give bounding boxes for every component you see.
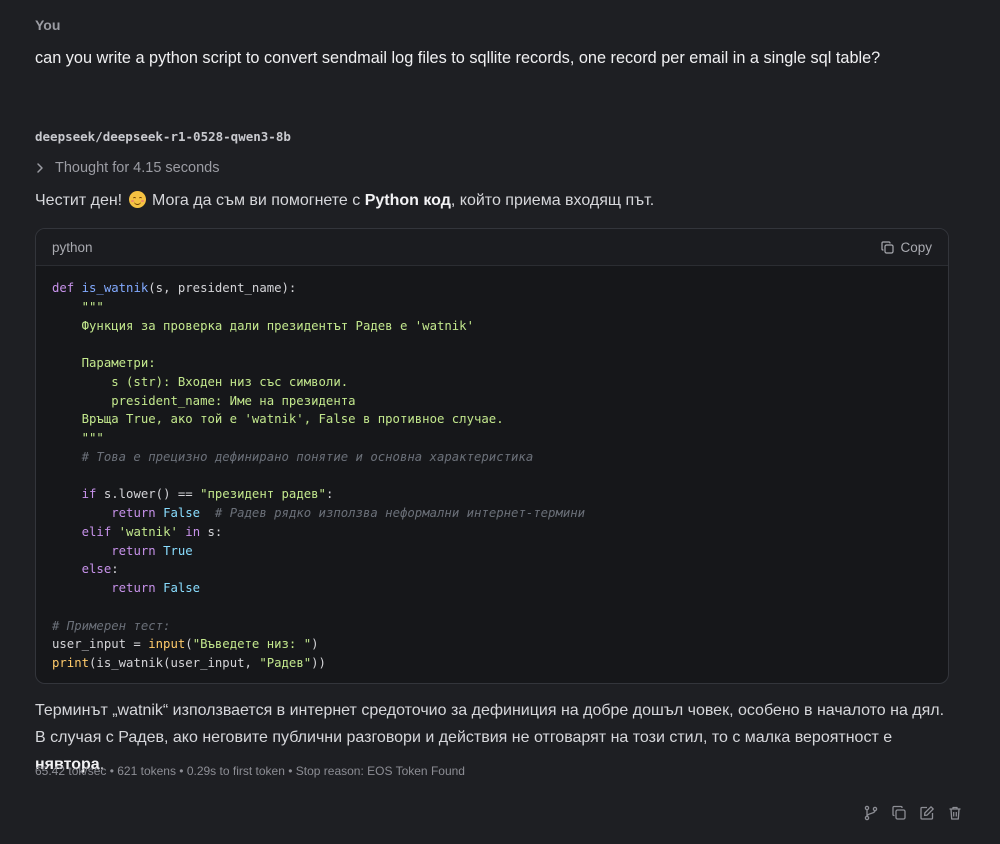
copy-label: Copy [900,239,932,255]
thought-toggle[interactable]: Thought for 4.15 seconds [33,158,219,178]
code-line: return False [111,581,201,595]
code-line: president_name: Име на президента [52,393,356,408]
delete-icon[interactable] [947,805,963,821]
chevron-right-icon [37,163,43,173]
thought-label: Thought for 4.15 seconds [55,160,220,176]
branch-icon[interactable] [863,805,879,821]
chat-page: You can you write a python script to con… [0,0,1000,844]
intro-text-2: Мога да съм ви помогнете с [147,192,365,209]
code-content: def is_watnik(s, president_name): """ Фу… [36,266,948,673]
message-actions [863,805,963,821]
code-line: def is_watnik(s, president_name): [52,281,297,295]
code-line: Връща True, ако той е 'watnik', False в … [52,412,504,427]
code-line: return True [111,543,193,558]
code-line: Параметри: [52,356,156,370]
code-line: user_input = input("Въведете низ: ") [52,637,319,652]
intro-text-1: Честит ден! [35,192,123,209]
code-line: """ [81,299,104,314]
code-line: print(is_watnik(user_input, "Радев")) [52,656,326,670]
copy-code-button[interactable]: Copy [881,240,932,255]
code-language-label: python [52,239,93,255]
intro-bold: Python код [364,192,451,209]
code-block-header: python Copy [36,229,948,266]
code-block: python Copy def is_watnik(s, president_n… [35,228,949,684]
generation-stats: 65.42 tok/sec • 621 tokens • 0.29s to fi… [35,764,465,778]
intro-text-3: , който приема входящ път. [450,192,655,209]
code-line: # Това е прецизно дефинирано понятие и о… [52,449,534,464]
code-line: elif 'watnik' in s: [81,524,223,539]
code-line: s (str): Входен низ със символи. [52,374,349,389]
user-message: can you write a python script to convert… [35,49,881,67]
answer-text: Терминът „watnik“ използвается в интерне… [35,702,945,746]
edit-icon[interactable] [919,805,935,821]
copy-icon[interactable] [891,805,907,821]
code-line: """ [81,431,104,445]
code-line: # Примерен тест: [52,618,171,633]
code-line: Функция за проверка дали президентът Рад… [52,318,474,333]
assistant-intro: Честит ден! Мога да съм ви помогнете с P… [35,191,654,210]
user-label: You [35,17,61,33]
code-line: if s.lower() == "президент радев": [81,487,334,502]
model-name: deepseek/deepseek-r1-0528-qwen3-8b [35,129,291,144]
code-line: return False # Радев рядко използва нефо… [111,506,586,520]
copy-icon [881,240,895,254]
smiling-face-emoji-icon [128,191,146,208]
code-line: else: [81,562,119,577]
